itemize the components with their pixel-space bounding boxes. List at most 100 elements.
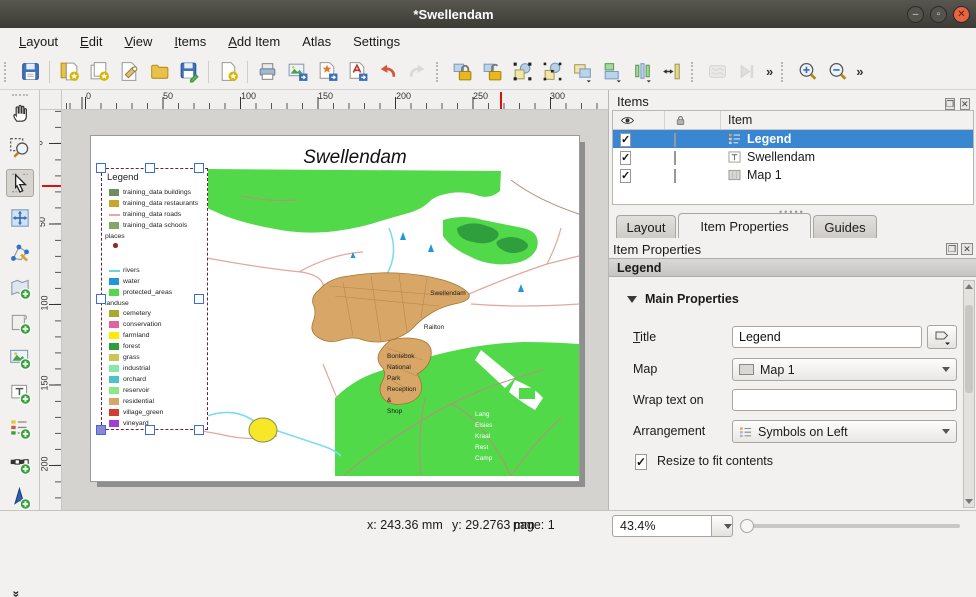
new-from-template-button[interactable]: [214, 58, 242, 86]
new-layout-button[interactable]: [55, 58, 83, 86]
save-button[interactable]: [16, 58, 44, 86]
zoom-level-combo[interactable]: 43.4%: [612, 515, 712, 537]
layout-manager-button[interactable]: [115, 58, 143, 86]
scrollbar-thumb[interactable]: [965, 305, 973, 393]
menu-edit[interactable]: Edit: [69, 31, 113, 52]
duplicate-layout-button[interactable]: [85, 58, 113, 86]
zoom-out-button[interactable]: [823, 58, 851, 86]
legend-swatch: [109, 376, 119, 383]
items-row-legend[interactable]: ✓ Legend: [613, 130, 973, 148]
distribute-items-button[interactable]: [628, 58, 656, 86]
scroll-up-icon[interactable]: [965, 284, 973, 289]
lock-checkbox[interactable]: [674, 151, 676, 165]
export-svg-button[interactable]: [313, 58, 341, 86]
tab-item-properties[interactable]: Item Properties: [678, 213, 811, 238]
highlight-ellipse-item[interactable]: [249, 418, 277, 442]
add-map-button[interactable]: [6, 274, 34, 302]
selection-handle[interactable]: [194, 425, 204, 435]
menu-layout[interactable]: Layout: [8, 31, 69, 52]
menu-settings[interactable]: Settings: [342, 31, 411, 52]
unlock-items-button[interactable]: [478, 58, 506, 86]
selection-handle[interactable]: [194, 294, 204, 304]
scroll-down-icon[interactable]: [965, 499, 973, 504]
map-combo[interactable]: Map 1: [732, 358, 957, 381]
print-button[interactable]: [253, 58, 281, 86]
items-row-map1[interactable]: ✓ Map 1: [613, 166, 973, 184]
zoom-in-button[interactable]: [793, 58, 821, 86]
toolbar-overflow-icon[interactable]: »: [852, 64, 867, 79]
toolbar-overflow-icon[interactable]: »: [762, 64, 777, 79]
properties-scrollbar[interactable]: [963, 280, 975, 508]
lock-checkbox[interactable]: [674, 133, 676, 147]
legend-item[interactable]: Legend training_data buildings training_…: [101, 168, 208, 430]
add-label-button[interactable]: [6, 379, 34, 407]
add-scalebar-button[interactable]: [6, 449, 34, 477]
tab-layout[interactable]: Layout: [616, 215, 676, 238]
menu-view[interactable]: View: [113, 31, 163, 52]
items-table[interactable]: Item ✓ Legend ✓ Swellendam ✓ Map 1: [612, 110, 974, 205]
undo-button[interactable]: [373, 58, 401, 86]
items-row-swellendam[interactable]: ✓ Swellendam: [613, 148, 973, 166]
collapse-arrow-icon[interactable]: [627, 296, 637, 303]
selection-handle[interactable]: [96, 294, 106, 304]
redo-button[interactable]: [403, 58, 431, 86]
selection-handle[interactable]: [145, 163, 155, 173]
arrangement-combo[interactable]: Symbols on Left: [732, 420, 957, 443]
visibility-checkbox[interactable]: ✓: [620, 133, 631, 147]
atlas-settings-button[interactable]: [703, 58, 731, 86]
zoom-tool-button[interactable]: [6, 134, 34, 162]
lock-items-button[interactable]: [448, 58, 476, 86]
legend-entry: [102, 241, 207, 250]
add-picture-button[interactable]: [6, 344, 34, 372]
pan-button[interactable]: [6, 99, 34, 127]
items-panel-title: Items: [617, 93, 649, 111]
menu-atlas[interactable]: Atlas: [291, 31, 342, 52]
wrap-text-input[interactable]: [732, 389, 957, 411]
menu-items[interactable]: Items: [163, 31, 217, 52]
add-3d-map-button[interactable]: [6, 309, 34, 337]
save-as-button[interactable]: [175, 58, 203, 86]
data-defined-override-button[interactable]: [927, 325, 957, 349]
layout-canvas[interactable]: 0 50 100 150 200 250 300 0 50 100 150 20…: [40, 90, 608, 510]
layout-page[interactable]: Swellendam: [90, 135, 580, 482]
lock-checkbox[interactable]: [674, 169, 676, 183]
open-button[interactable]: [145, 58, 173, 86]
selection-handle[interactable]: [194, 163, 204, 173]
selection-handle[interactable]: [96, 425, 106, 435]
export-pdf-button[interactable]: [343, 58, 371, 86]
legend-swatch: [109, 365, 119, 372]
align-items-button[interactable]: [598, 58, 626, 86]
ungroup-items-button[interactable]: [538, 58, 566, 86]
atlas-first-feature-button[interactable]: [733, 58, 761, 86]
toolbox-overflow-icon[interactable]: »: [9, 591, 23, 597]
edit-nodes-item-button[interactable]: [6, 239, 34, 267]
export-image-button[interactable]: [283, 58, 311, 86]
group-items-icon: [511, 60, 534, 83]
zoom-combo-arrow[interactable]: [711, 515, 733, 537]
visibility-checkbox[interactable]: ✓: [620, 151, 631, 165]
close-icon[interactable]: ✕: [953, 6, 970, 23]
minimize-icon[interactable]: –: [907, 6, 924, 23]
visibility-checkbox[interactable]: ✓: [620, 169, 631, 183]
move-item-content-button[interactable]: [6, 204, 34, 232]
legend-swatch: [109, 398, 119, 405]
resize-items-button[interactable]: [658, 58, 686, 86]
main-properties-group[interactable]: Main Properties: [627, 292, 739, 306]
ruler-label: 200: [40, 456, 50, 471]
zoom-slider[interactable]: [742, 524, 960, 528]
add-legend-button[interactable]: [6, 414, 34, 442]
add-north-arrow-button[interactable]: [6, 484, 34, 512]
group-items-button[interactable]: [508, 58, 536, 86]
raise-items-button[interactable]: [568, 58, 596, 86]
panel-float-icon[interactable]: ❐: [946, 243, 958, 255]
selection-handle[interactable]: [96, 163, 106, 173]
resize-checkbox[interactable]: ✓: [635, 453, 647, 471]
panel-close-icon[interactable]: ✕: [961, 243, 973, 255]
legend-title-input[interactable]: [732, 326, 922, 348]
maximize-icon[interactable]: ▫: [930, 6, 947, 23]
menu-add-item[interactable]: Add Item: [217, 31, 291, 52]
zoom-slider-handle[interactable]: [740, 519, 754, 533]
select-move-item-button[interactable]: [6, 169, 34, 197]
tab-guides[interactable]: Guides: [813, 215, 877, 238]
selection-handle[interactable]: [145, 425, 155, 435]
